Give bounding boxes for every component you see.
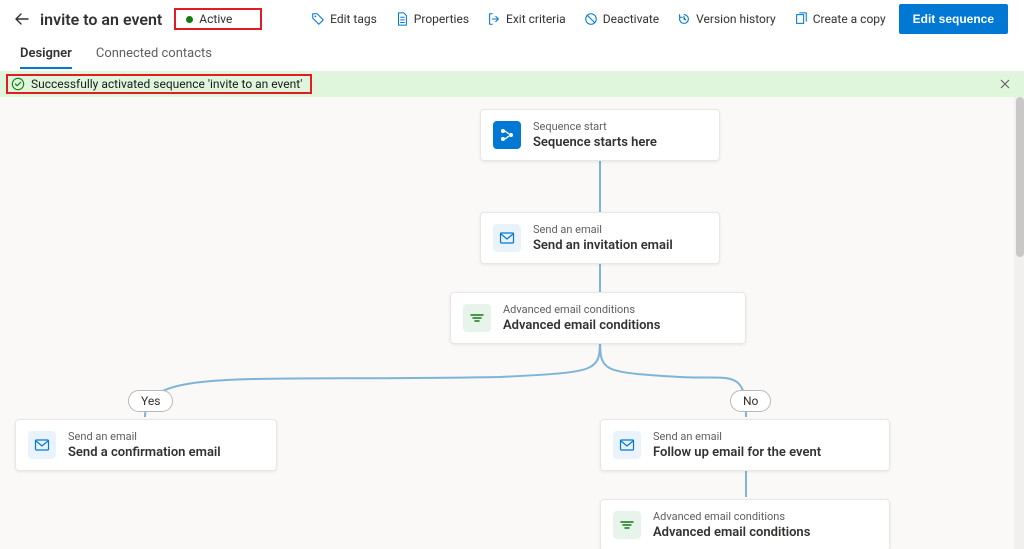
node-type-label: Send an email [653, 430, 821, 443]
arrow-left-icon [14, 11, 30, 27]
edit-sequence-button[interactable]: Edit sequence [899, 4, 1008, 34]
condition-icon [613, 511, 641, 539]
mail-icon [613, 431, 641, 459]
scrollbar-thumb[interactable] [1016, 97, 1024, 257]
status-dot-icon [186, 16, 193, 23]
check-circle-icon [11, 77, 25, 91]
history-icon [677, 12, 691, 26]
banner-close-button[interactable] [996, 75, 1014, 93]
node-title: Advanced email conditions [503, 318, 660, 333]
tab-designer[interactable]: Designer [20, 40, 72, 69]
version-history-button[interactable]: Version history [672, 9, 781, 29]
node-follow-up-email[interactable]: Send an email Follow up email for the ev… [600, 419, 890, 471]
copy-icon [794, 12, 808, 26]
page-title: invite to an event [40, 10, 162, 29]
node-type-label: Send an email [68, 430, 221, 443]
tag-icon [311, 12, 325, 26]
edit-tags-button[interactable]: Edit tags [306, 9, 382, 29]
mail-icon [493, 224, 521, 252]
close-icon [999, 78, 1011, 90]
node-title: Advanced email conditions [653, 525, 810, 540]
deactivate-button[interactable]: Deactivate [579, 9, 664, 29]
create-copy-button[interactable]: Create a copy [789, 9, 891, 29]
node-send-invitation-email[interactable]: Send an email Send an invitation email [480, 212, 720, 264]
designer-canvas[interactable]: Yes No Sequence start Sequence starts he… [0, 97, 1024, 549]
node-title: Sequence starts here [533, 135, 657, 150]
success-banner-text: Successfully activated sequence 'invite … [31, 77, 302, 91]
create-copy-label: Create a copy [813, 12, 886, 26]
node-title: Send a confirmation email [68, 445, 221, 460]
deactivate-icon [584, 12, 598, 26]
properties-button[interactable]: Properties [390, 9, 474, 29]
exit-criteria-button[interactable]: Exit criteria [482, 9, 571, 29]
exit-icon [487, 12, 501, 26]
condition-icon [463, 304, 491, 332]
node-advanced-email-conditions-2[interactable]: Advanced email conditions Advanced email… [600, 499, 890, 549]
document-icon [395, 12, 409, 26]
edit-tags-label: Edit tags [330, 12, 377, 26]
node-send-confirmation-email[interactable]: Send an email Send a confirmation email [15, 419, 277, 471]
tab-connected-contacts[interactable]: Connected contacts [96, 40, 212, 69]
branch-yes-pill: Yes [128, 390, 173, 412]
deactivate-label: Deactivate [603, 12, 659, 26]
status-badge: Active [174, 8, 262, 30]
properties-label: Properties [414, 12, 469, 26]
version-history-label: Version history [696, 12, 776, 26]
status-label: Active [199, 12, 232, 26]
node-type-label: Sequence start [533, 120, 657, 133]
branch-no-pill: No [730, 390, 771, 412]
node-type-label: Send an email [533, 223, 673, 236]
exit-criteria-label: Exit criteria [506, 12, 566, 26]
node-advanced-email-conditions[interactable]: Advanced email conditions Advanced email… [450, 292, 746, 344]
node-sequence-start[interactable]: Sequence start Sequence starts here [480, 109, 720, 161]
start-icon [493, 121, 521, 149]
back-button[interactable] [12, 9, 32, 29]
success-banner: Successfully activated sequence 'invite … [0, 71, 1024, 97]
mail-icon [28, 431, 56, 459]
node-type-label: Advanced email conditions [653, 510, 810, 523]
node-title: Follow up email for the event [653, 445, 821, 460]
vertical-scrollbar[interactable] [1014, 97, 1024, 549]
node-type-label: Advanced email conditions [503, 303, 660, 316]
node-title: Send an invitation email [533, 238, 673, 253]
